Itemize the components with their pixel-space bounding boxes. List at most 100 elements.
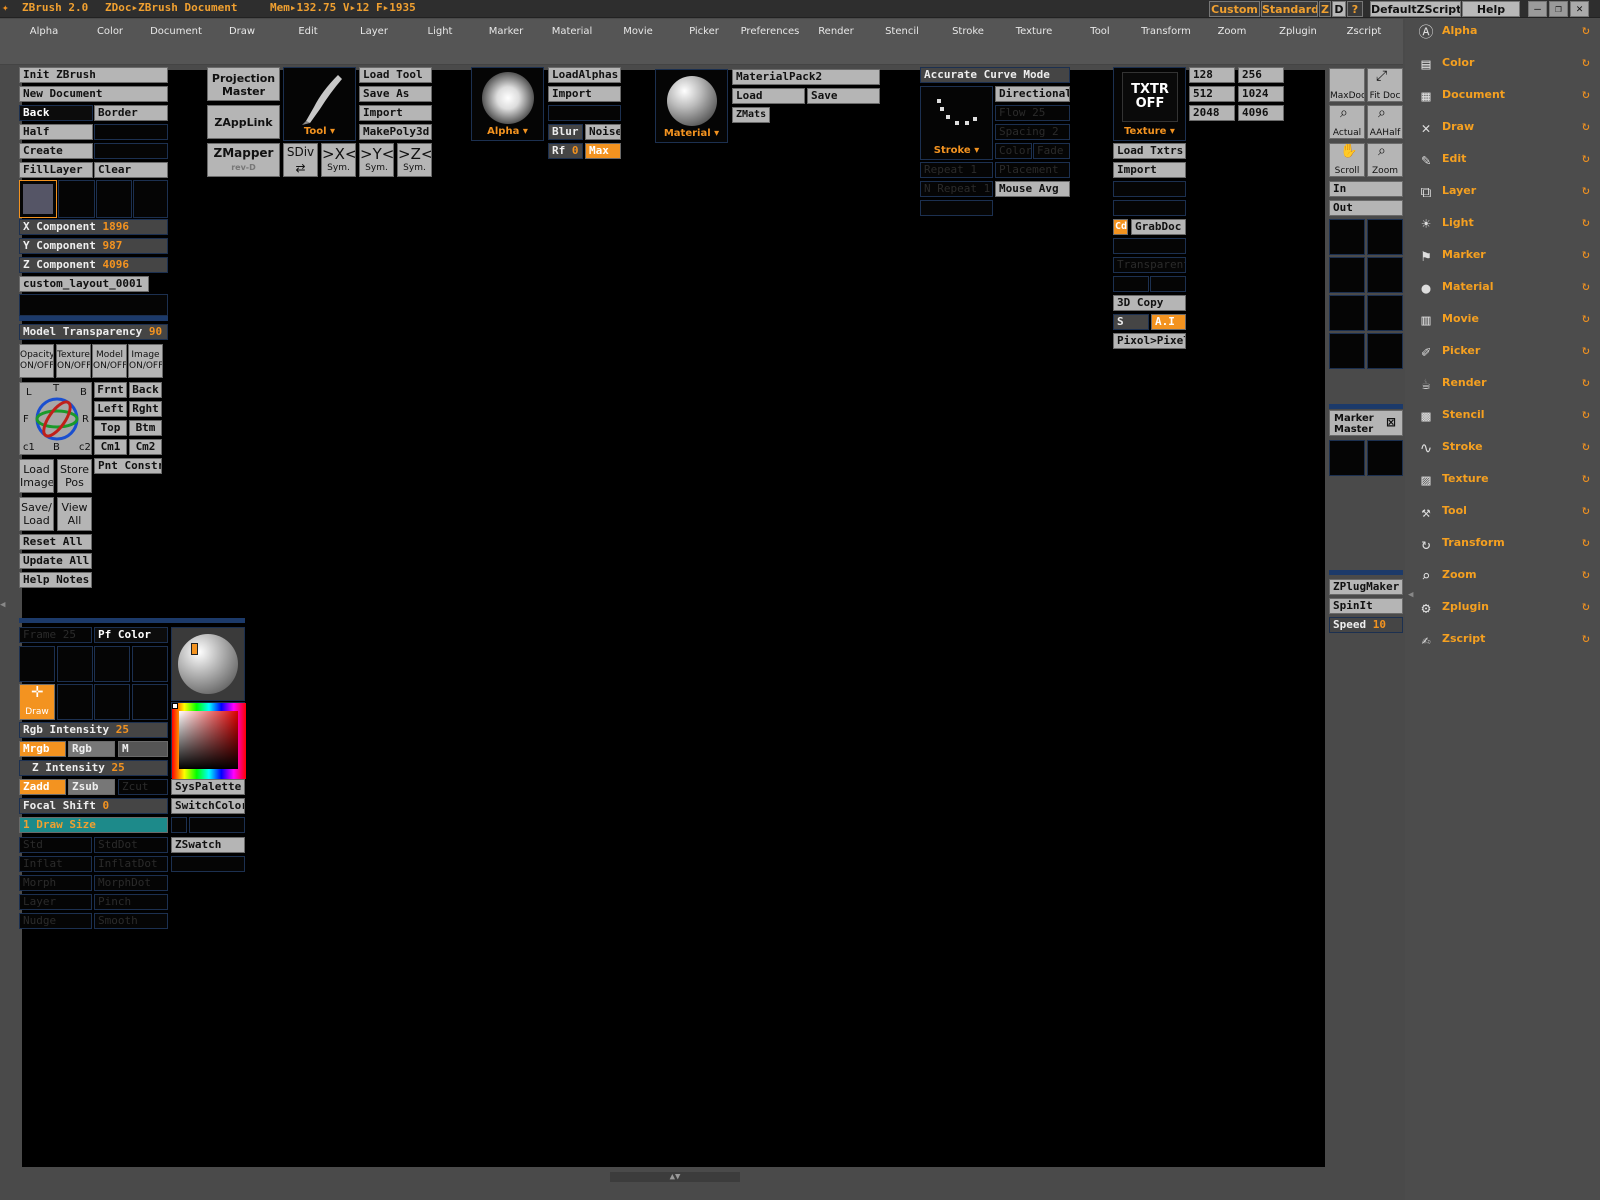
question-button[interactable]: ?	[1347, 1, 1363, 17]
pin-icon[interactable]: ↻	[1582, 376, 1590, 390]
rotation-gizmo[interactable]: L T B F R c1 B c2	[19, 382, 92, 455]
aahalf-button[interactable]: ⌕ AAHalf	[1367, 105, 1403, 139]
focal-shift-slider[interactable]: Focal Shift 0	[19, 798, 168, 814]
restore-icon[interactable]: ❐	[1549, 1, 1568, 17]
menu-item-transform[interactable]: Transform	[1133, 26, 1199, 37]
palette-stroke[interactable]: ∿ Stroke ↻	[1416, 436, 1600, 460]
pin-icon[interactable]: ↻	[1582, 536, 1590, 550]
load-image-button[interactable]: Load Image	[19, 459, 54, 493]
view-all-button[interactable]: View All	[57, 497, 92, 531]
palette-color[interactable]: ▤ Color ↻	[1416, 52, 1600, 76]
pin-icon[interactable]: ↻	[1582, 472, 1590, 486]
projection-master-button[interactable]: Projection Master	[207, 67, 280, 101]
new-document-button[interactable]: New Document	[19, 86, 168, 102]
left-tray-grip-icon[interactable]: ◀	[0, 600, 10, 616]
help-notes-button[interactable]: Help Notes	[19, 572, 92, 588]
palette-tool[interactable]: ⚒ Tool ↻	[1416, 500, 1600, 524]
load-tool-button[interactable]: Load Tool	[359, 67, 432, 83]
z-component-slider[interactable]: Z Component 4096	[19, 257, 168, 273]
material-thumbnail[interactable]: Material ▾	[655, 69, 728, 143]
pin-icon[interactable]: ↻	[1582, 312, 1590, 326]
model-transparency-slider[interactable]: Model Transparency 90	[19, 324, 168, 340]
alpha-thumbnail[interactable]: Alpha ▾	[471, 67, 544, 141]
menu-item-document[interactable]: Document	[143, 26, 209, 37]
switchcolor-button[interactable]: SwitchColor	[171, 798, 245, 814]
tool-import-button[interactable]: Import	[359, 105, 432, 121]
pin-icon[interactable]: ↻	[1582, 24, 1590, 38]
color-swatch[interactable]	[19, 180, 57, 218]
right-tray-grip-icon[interactable]: ◀	[1408, 590, 1416, 606]
saturation-square[interactable]	[179, 711, 238, 769]
menu-item-material[interactable]: Material	[539, 26, 605, 37]
syspalette-button[interactable]: SysPalette	[171, 779, 245, 795]
pin-icon[interactable]: ↻	[1582, 120, 1590, 134]
pin-icon[interactable]: ↻	[1582, 504, 1590, 518]
speed-slider[interactable]: Speed 10	[1329, 617, 1403, 633]
rf-slider[interactable]: Rf 0	[548, 143, 583, 159]
maxdoc-button[interactable]: MaxDoc	[1329, 68, 1365, 102]
size-128-button[interactable]: 128	[1189, 67, 1235, 83]
opacity-toggle[interactable]: Opacity ON/OFF	[19, 344, 54, 378]
mouse-avg-slider[interactable]: Mouse Avg	[995, 181, 1070, 197]
sym-x-button[interactable]: >X< Sym.	[321, 143, 356, 177]
palette-zscript[interactable]: ✍ Zscript ↻	[1416, 628, 1600, 652]
pin-icon[interactable]: ↻	[1582, 248, 1590, 262]
y-component-slider[interactable]: Y Component 987	[19, 238, 168, 254]
close-icon[interactable]: ✕	[1570, 1, 1589, 17]
pin-icon[interactable]: ↻	[1582, 184, 1590, 198]
directional-button[interactable]: Directional	[995, 86, 1070, 102]
menu-item-marker[interactable]: Marker	[473, 26, 539, 37]
pin-icon[interactable]: ↻	[1582, 152, 1590, 166]
marker-master-button[interactable]: Marker Master ⊠	[1329, 410, 1403, 436]
menu-item-zplugin[interactable]: Zplugin	[1265, 26, 1331, 37]
pin-icon[interactable]: ↻	[1582, 600, 1590, 614]
menu-item-zoom[interactable]: Zoom	[1199, 26, 1265, 37]
size-1024-button[interactable]: 1024	[1238, 86, 1284, 102]
front-view-button[interactable]: Frnt	[94, 382, 127, 398]
blur-slider[interactable]: Blur	[548, 124, 583, 140]
zsub-button[interactable]: Zsub	[68, 779, 115, 795]
zmats-button[interactable]: ZMats	[732, 107, 770, 123]
pin-icon[interactable]: ↻	[1582, 408, 1590, 422]
rgb-intensity-slider[interactable]: Rgb Intensity 25	[19, 722, 168, 738]
zadd-button[interactable]: Zadd	[19, 779, 66, 795]
grabdoc-button[interactable]: GrabDoc	[1131, 219, 1186, 235]
palette-marker[interactable]: ⚑ Marker ↻	[1416, 244, 1600, 268]
size-4096-button[interactable]: 4096	[1238, 105, 1284, 121]
palette-document[interactable]: ▦ Document ↻	[1416, 84, 1600, 108]
menu-item-alpha[interactable]: Alpha	[11, 26, 77, 37]
point-constrain-button[interactable]: Pnt Constr	[94, 458, 162, 474]
pin-icon[interactable]: ↻	[1582, 216, 1590, 230]
palette-picker[interactable]: ✐ Picker ↻	[1416, 340, 1600, 364]
menu-item-zscript[interactable]: Zscript	[1331, 26, 1397, 37]
model-toggle[interactable]: Model ON/OFF	[92, 344, 127, 378]
z-intensity-slider[interactable]: Z Intensity 25	[19, 760, 168, 776]
minimize-icon[interactable]: –	[1528, 1, 1547, 17]
camera2-button[interactable]: Cm2	[129, 439, 162, 455]
palette-stencil[interactable]: ▩ Stencil ↻	[1416, 404, 1600, 428]
d-button[interactable]: D	[1332, 1, 1346, 17]
pin-icon[interactable]: ↻	[1582, 632, 1590, 646]
palette-zplugin[interactable]: ⚙ Zplugin ↻	[1416, 596, 1600, 620]
noise-button[interactable]: Noise	[585, 124, 621, 140]
create-button[interactable]: Create	[19, 143, 93, 159]
right-view-button[interactable]: Rght	[129, 401, 162, 417]
palette-edit[interactable]: ✎ Edit ↻	[1416, 148, 1600, 172]
camera1-button[interactable]: Cm1	[94, 439, 127, 455]
palette-render[interactable]: ☕ Render ↻	[1416, 372, 1600, 396]
max-button[interactable]: Max	[585, 143, 621, 159]
help-button[interactable]: Help	[1462, 1, 1520, 17]
menu-item-render[interactable]: Render	[803, 26, 869, 37]
sdiv-button[interactable]: SDiv ⇄	[283, 143, 318, 177]
pin-icon[interactable]: ↻	[1582, 568, 1590, 582]
material-pack-button[interactable]: MaterialPack2	[732, 69, 880, 85]
hue-handle-icon[interactable]	[172, 703, 178, 709]
bottom-view-button[interactable]: Btm	[129, 420, 162, 436]
draw-size-slider[interactable]: 1 Draw Size	[19, 817, 168, 833]
sym-z-button[interactable]: >Z< Sym.	[397, 143, 432, 177]
palette-alpha[interactable]: Ⓐ Alpha ↻	[1416, 20, 1600, 44]
actual-button[interactable]: ⌕ Actual	[1329, 105, 1365, 139]
left-view-button[interactable]: Left	[94, 401, 127, 417]
menu-item-texture[interactable]: Texture	[1001, 26, 1067, 37]
sym-y-button[interactable]: >Y< Sym.	[359, 143, 394, 177]
